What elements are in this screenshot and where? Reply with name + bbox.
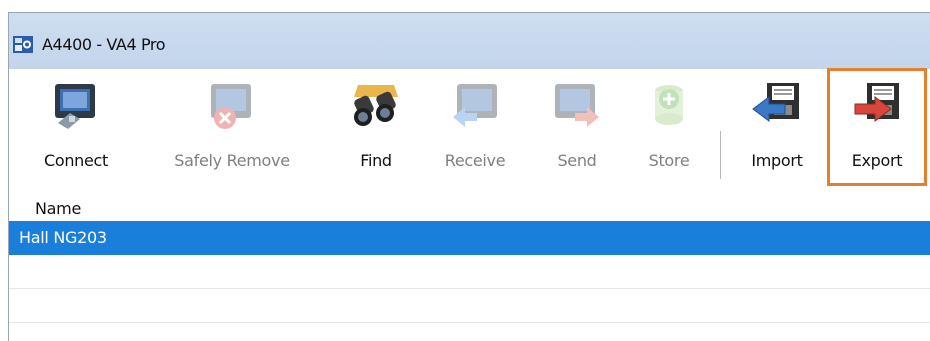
connect-button[interactable]: Connect xyxy=(37,69,115,181)
send-label: Send xyxy=(557,151,597,170)
app-window: A4400 - VA4 Pro Connect Safely Remove Fi… xyxy=(8,12,930,341)
find-label: Find xyxy=(360,151,392,170)
import-button[interactable]: Import xyxy=(743,69,811,181)
export-highlight-box xyxy=(827,68,927,186)
app-icon xyxy=(13,36,33,53)
toolbar: Connect Safely Remove Find Receive Send … xyxy=(9,69,930,193)
find-button[interactable]: Find xyxy=(345,69,407,181)
item-list[interactable]: Hall NG203 xyxy=(9,221,930,341)
store-label: Store xyxy=(648,151,690,170)
store-icon xyxy=(655,85,683,125)
send-icon xyxy=(555,84,599,127)
safely-remove-icon xyxy=(211,84,251,129)
toolbar-separator xyxy=(720,131,721,179)
import-icon xyxy=(752,83,799,122)
safely-remove-button[interactable]: Safely Remove xyxy=(157,69,307,181)
send-button[interactable]: Send xyxy=(545,69,609,181)
receive-icon xyxy=(453,84,497,127)
connect-icon xyxy=(55,84,95,129)
window-title: A4400 - VA4 Pro xyxy=(42,35,166,54)
import-label: Import xyxy=(751,151,803,170)
list-item-name: Hall NG203 xyxy=(19,228,107,247)
receive-label: Receive xyxy=(444,151,506,170)
receive-button[interactable]: Receive xyxy=(435,69,515,181)
name-column-header[interactable]: Name xyxy=(35,199,81,218)
title-bar[interactable]: A4400 - VA4 Pro xyxy=(9,13,930,69)
list-item[interactable] xyxy=(9,255,930,289)
store-button[interactable]: Store xyxy=(637,69,701,181)
binoculars-icon xyxy=(354,85,398,126)
connect-label: Connect xyxy=(43,151,109,170)
list-item[interactable] xyxy=(9,289,930,323)
safely-remove-label: Safely Remove xyxy=(174,151,290,170)
list-item[interactable]: Hall NG203 xyxy=(9,221,930,255)
